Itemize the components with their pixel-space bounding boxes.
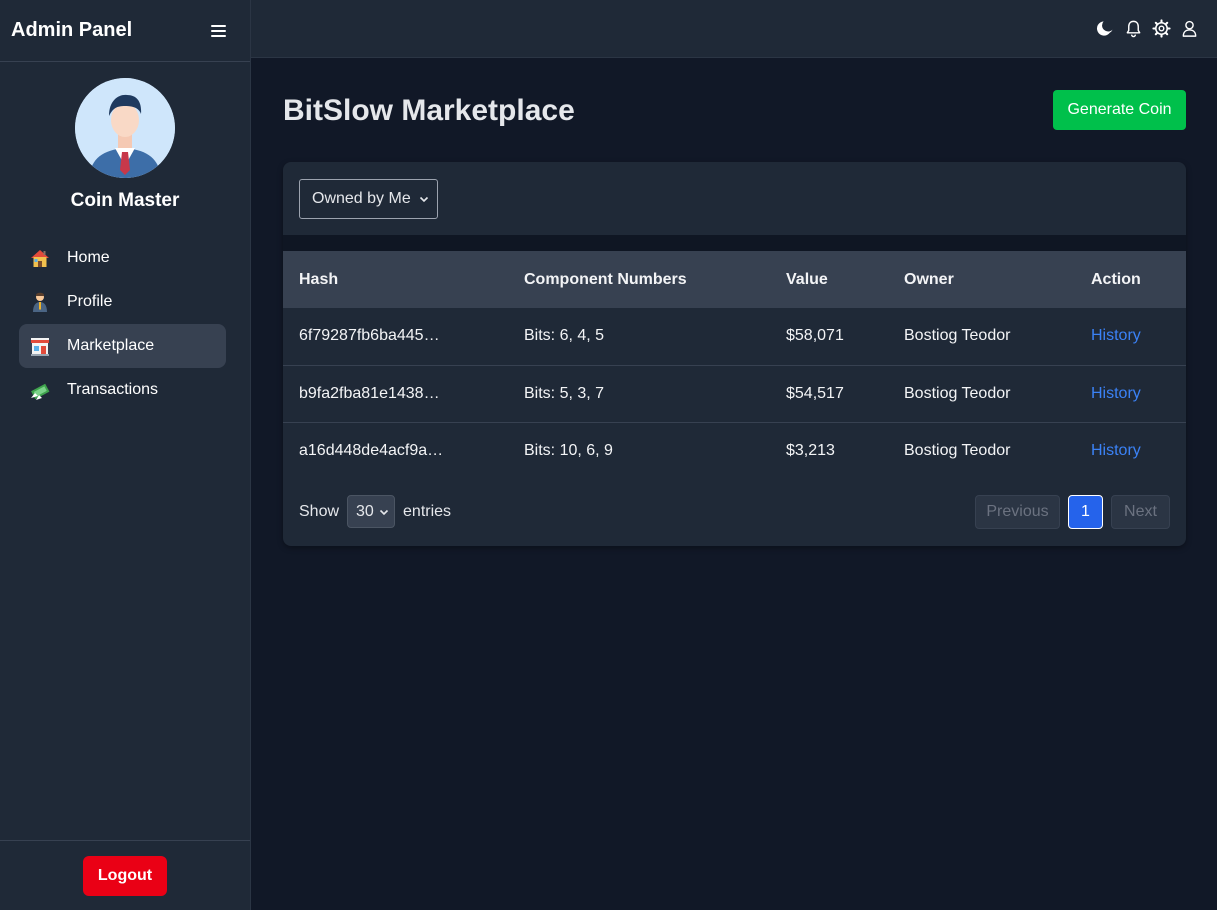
hash-cell: 6f79287fb6ba445…	[299, 327, 440, 345]
bell-icon[interactable]	[1124, 19, 1143, 38]
table-row: b9fa2fba81e1438… Bits: 5, 3, 7 $54,517 B…	[283, 365, 1186, 422]
divider	[283, 235, 1186, 251]
action-cell: History	[1075, 422, 1186, 479]
money-icon	[29, 379, 51, 401]
history-link[interactable]: History	[1091, 442, 1141, 459]
action-cell: History	[1075, 308, 1186, 365]
table-row: a16d448de4acf9a… Bits: 10, 6, 9 $3,213 B…	[283, 422, 1186, 479]
gear-icon[interactable]	[1152, 19, 1171, 38]
value-cell: $54,517	[786, 384, 844, 402]
main-content: BitSlow Marketplace Generate Coin Owned …	[251, 58, 1217, 910]
marketplace-card: Owned by Me Hash Component Numbers Value…	[283, 162, 1186, 546]
components-cell: Bits: 10, 6, 9	[524, 441, 613, 459]
generate-coin-button[interactable]: Generate Coin	[1053, 90, 1186, 130]
owner-cell: Bostiog Teodor	[904, 441, 1011, 459]
coins-table: Hash Component Numbers Value Owner Actio…	[283, 251, 1186, 479]
sidebar-item-profile[interactable]: Profile	[19, 280, 226, 324]
store-icon	[29, 335, 51, 357]
sidebar-item-label: Home	[67, 249, 110, 266]
history-link[interactable]: History	[1091, 385, 1141, 402]
moon-icon[interactable]	[1096, 19, 1115, 38]
sidebar-item-transactions[interactable]: Transactions	[19, 368, 226, 412]
hash-cell: a16d448de4acf9a…	[299, 441, 444, 459]
topbar	[251, 0, 1217, 58]
history-link[interactable]: History	[1091, 327, 1141, 344]
owner-cell: Bostiog Teodor	[904, 327, 1011, 345]
column-header-value: Value	[786, 270, 828, 288]
value-cell: $3,213	[786, 441, 835, 459]
table-header-row: Hash Component Numbers Value Owner Actio…	[283, 251, 1186, 308]
hash-cell: b9fa2fba81e1438…	[299, 384, 440, 402]
table-row: 6f79287fb6ba445… Bits: 6, 4, 5 $58,071 B…	[283, 308, 1186, 365]
components-cell: Bits: 5, 3, 7	[524, 384, 605, 402]
page-size-control: Show 30 entries	[299, 495, 451, 528]
profile-name: Coin Master	[70, 190, 180, 211]
sidebar-item-label: Marketplace	[67, 337, 155, 354]
avatar	[75, 78, 175, 178]
profile-block: Coin Master	[0, 62, 250, 212]
owner-filter-select[interactable]: Owned by Me	[299, 178, 438, 219]
components-cell: Bits: 6, 4, 5	[524, 327, 605, 345]
page-1-button[interactable]: 1	[1068, 495, 1103, 529]
sidebar-item-home[interactable]: Home	[19, 236, 226, 280]
chevron-down-icon	[419, 194, 429, 204]
sidebar-nav: Home Profile Marketplace Transactions	[0, 236, 250, 412]
house-icon	[29, 247, 51, 269]
user-icon[interactable]	[1180, 19, 1199, 38]
sidebar-item-label: Transactions	[67, 381, 158, 398]
pagination: Previous 1 Next	[975, 495, 1170, 529]
sidebar-footer: Logout	[0, 840, 250, 910]
owner-cell: Bostiog Teodor	[904, 384, 1011, 402]
filter-bar: Owned by Me	[283, 162, 1186, 235]
entries-select[interactable]: 30	[347, 495, 396, 528]
action-cell: History	[1075, 365, 1186, 422]
owner-filter-value: Owned by Me	[312, 189, 411, 207]
logout-button[interactable]: Logout	[83, 855, 167, 896]
column-header-hash: Hash	[299, 270, 339, 288]
previous-page-button[interactable]: Previous	[975, 495, 1060, 529]
app-title: Admin Panel	[11, 19, 133, 41]
column-header-components: Component Numbers	[524, 270, 687, 288]
column-header-action: Action	[1091, 270, 1141, 288]
page-title: BitSlow Marketplace	[283, 94, 575, 127]
sidebar-item-marketplace[interactable]: Marketplace	[19, 324, 226, 368]
person-icon	[29, 291, 51, 313]
column-header-owner: Owner	[904, 270, 954, 288]
sidebar-header: Admin Panel	[0, 0, 250, 62]
sidebar-item-label: Profile	[67, 293, 113, 310]
next-page-button[interactable]: Next	[1111, 495, 1170, 529]
chevron-down-icon	[379, 507, 389, 517]
sidebar: Admin Panel Coin Master Home Profile Mar…	[0, 0, 251, 910]
table-footer: Show 30 entries Previous 1 Next	[283, 479, 1186, 546]
entries-value: 30	[356, 502, 374, 520]
menu-icon[interactable]	[211, 24, 226, 37]
value-cell: $58,071	[786, 327, 844, 345]
entries-label: entries	[403, 502, 452, 520]
show-label: Show	[299, 502, 340, 520]
